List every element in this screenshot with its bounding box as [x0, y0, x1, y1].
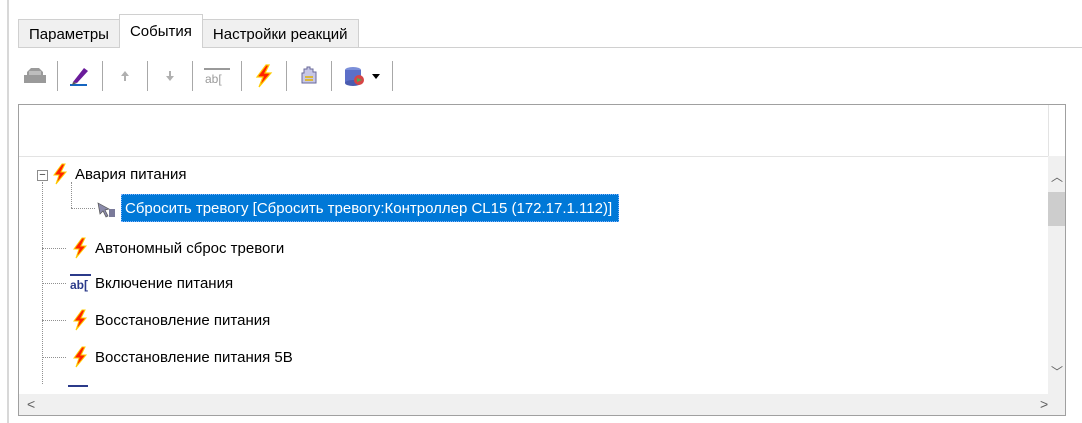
toolbar-separator — [241, 61, 242, 91]
text-field-icon — [67, 381, 89, 393]
events-tree[interactable]: − Авария питания Сбросить тревогу [Сброс… — [18, 104, 1066, 416]
lightning-icon — [69, 346, 91, 368]
lightning-icon — [49, 163, 71, 185]
header-divider — [1048, 105, 1049, 156]
tree-item[interactable]: Автономный сброс тревоги — [69, 236, 284, 260]
toolbar-separator — [192, 61, 193, 91]
tab-reaction-settings[interactable]: Настройки реакций — [201, 19, 359, 48]
svg-text:ab[: ab[ — [70, 278, 88, 292]
tree-line — [42, 320, 66, 321]
horizontal-scrollbar[interactable]: < > — [19, 394, 1065, 415]
rename-button[interactable]: ab[ — [202, 61, 232, 91]
lightning-icon — [69, 309, 91, 331]
tree-header — [19, 105, 1050, 157]
scroll-right-icon[interactable]: > — [1040, 397, 1048, 411]
tree-line — [42, 357, 66, 358]
device-icon — [24, 68, 46, 83]
tree-line — [71, 208, 95, 209]
tree-line — [42, 248, 66, 249]
lightning-icon — [255, 64, 273, 88]
lightning-icon — [69, 237, 91, 259]
tree-item-selected[interactable]: Сбросить тревогу [Сбросить тревогу:Контр… — [95, 194, 620, 222]
tree-item[interactable]: Авария питания — [49, 162, 187, 186]
scroll-left-icon[interactable]: < — [27, 397, 35, 411]
move-up-button[interactable] — [112, 61, 138, 91]
edit-icon — [70, 68, 88, 86]
edit-button[interactable] — [67, 61, 93, 91]
add-reaction-button[interactable] — [296, 61, 322, 91]
tree-item[interactable]: Восстановление питания 5В — [69, 345, 293, 369]
toolbar-separator — [331, 61, 332, 91]
hand-pointer-icon — [95, 197, 117, 219]
tree-line — [42, 283, 66, 284]
tree-item-label: Восстановление питания — [95, 311, 271, 329]
database-icon — [345, 67, 364, 86]
arrow-up-icon — [121, 71, 129, 81]
window-edge — [7, 0, 9, 423]
vertical-scrollbar[interactable]: ︿ ﹀ — [1048, 156, 1065, 394]
move-down-button[interactable] — [157, 61, 183, 91]
toolbar-separator — [392, 61, 393, 91]
tab-bar: Параметры События Настройки реакций — [18, 14, 359, 48]
tree-item-label: Авария питания — [75, 165, 187, 183]
scroll-down-icon[interactable]: ﹀ — [1051, 366, 1063, 378]
toolbar-separator — [286, 61, 287, 91]
svg-text:ab[: ab[ — [205, 72, 222, 86]
tab-parameters[interactable]: Параметры — [18, 19, 120, 48]
add-event-button[interactable] — [251, 61, 277, 91]
collapse-toggle[interactable]: − — [37, 170, 48, 181]
tree-item-label: Автономный сброс тревоги — [95, 239, 285, 257]
tree-item-label: Включение питания — [95, 274, 234, 292]
toolbar: ab[ — [22, 58, 402, 94]
toolbar-separator — [102, 61, 103, 91]
arrow-down-icon — [166, 71, 174, 81]
export-dropdown-button[interactable] — [341, 61, 383, 91]
tree-item-label: Сбросить тревогу [Сбросить тревогу:Контр… — [121, 194, 620, 222]
tree-item-label: Восстановление питания 5В — [95, 348, 293, 366]
tree-item[interactable]: ab[ Включение питания — [69, 271, 233, 295]
scroll-up-icon[interactable]: ︿ — [1051, 171, 1063, 183]
toolbar-separator — [147, 61, 148, 91]
tab-events[interactable]: События — [118, 14, 203, 48]
chevron-down-icon — [372, 74, 380, 79]
tree-item[interactable]: Восстановление питания — [69, 308, 270, 332]
scrollbar-thumb[interactable] — [1048, 192, 1065, 226]
toolbar-separator — [57, 61, 58, 91]
add-device-button[interactable] — [22, 61, 48, 91]
text-field-icon: ab[ — [69, 272, 91, 294]
hand-icon — [301, 66, 317, 84]
text-field-icon: ab[ — [204, 68, 230, 86]
